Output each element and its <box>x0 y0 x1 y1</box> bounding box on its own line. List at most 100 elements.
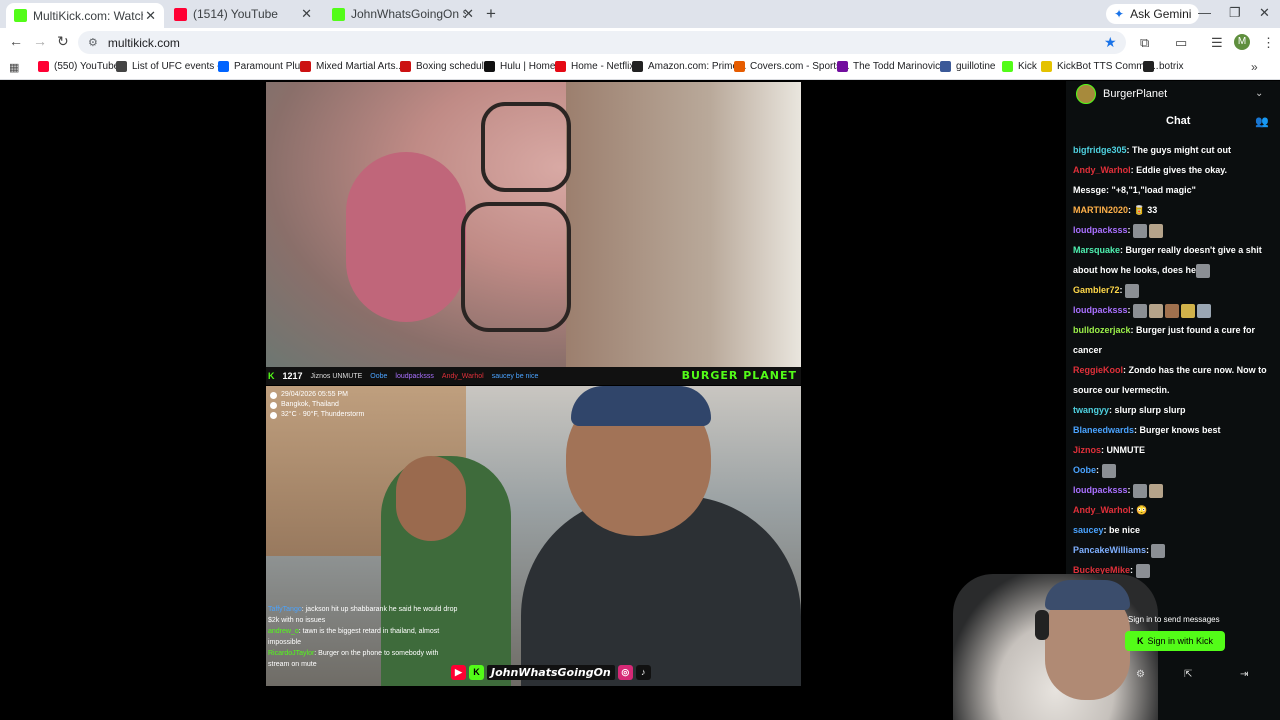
close-tab-icon[interactable]: ✕ <box>301 6 312 22</box>
chat-username[interactable]: Blaneedwards <box>1073 425 1134 435</box>
stream-video-top[interactable] <box>266 82 801 367</box>
tab-johnwhatsgoingon[interactable]: JohnWhatsGoingOn Stream - W ✕ <box>324 3 482 25</box>
bookmark-item[interactable]: KickBot TTS Comma... <box>1041 61 1159 72</box>
tab-title: JohnWhatsGoingOn Stream - W <box>351 7 466 21</box>
bookmark-item[interactable]: Paramount Plus <box>218 61 305 72</box>
stream-ticker: K 1217 Jiznos UNMUTE Oobe loudpacksss An… <box>266 367 801 385</box>
chat-username[interactable]: loudpacksss <box>1073 305 1128 315</box>
tab-search-icon[interactable]: ☰ <box>1211 35 1223 51</box>
chat-username[interactable]: PancakeWilliams <box>1073 545 1146 555</box>
chat-emote-icon <box>1151 543 1166 558</box>
chat-username[interactable]: Oobe <box>1073 465 1096 475</box>
bookmark-item[interactable]: Boxing schedule <box>400 61 489 72</box>
signin-prompt: Sign in to send messages <box>1128 615 1220 624</box>
collapse-icon[interactable]: ⇥ <box>1240 669 1248 680</box>
bookmark-item[interactable]: Covers.com - Sports... <box>734 61 849 72</box>
chat-message: Andy_Warhol: Eddie gives the okay. <box>1073 160 1273 180</box>
chat-text: slurp slurp slurp <box>1114 405 1186 415</box>
popout-icon[interactable]: ⇱ <box>1184 669 1192 680</box>
chat-username[interactable]: bigfridge305 <box>1073 145 1127 155</box>
chat-message-list[interactable]: bigfridge305: The guys might cut out Andy… <box>1073 140 1273 600</box>
chat-username[interactable]: MARTIN2020 <box>1073 205 1128 215</box>
reload-icon[interactable]: ↻ <box>57 33 69 50</box>
bookmark-item[interactable]: List of UFC events -... <box>116 61 229 72</box>
tab-multikick[interactable]: MultiKick.com: Watch Multiple ✕ <box>6 3 164 28</box>
chat-username[interactable]: saucey <box>1073 525 1104 535</box>
bookmark-label: Home - Netflix <box>571 61 635 72</box>
tab-youtube[interactable]: (1514) YouTube ✕ <box>166 3 320 25</box>
chat-username[interactable]: Marsquake <box>1073 245 1120 255</box>
close-tab-icon[interactable]: ✕ <box>463 6 474 22</box>
more-bookmarks-icon[interactable]: » <box>1251 60 1258 74</box>
chat-message: loudpacksss: <box>1073 480 1273 500</box>
channel-selector[interactable]: BurgerPlanet <box>1076 84 1167 104</box>
clock-icon <box>270 391 277 399</box>
chat-username[interactable]: Andy_Warhol <box>1073 165 1131 175</box>
users-icon[interactable]: 👥 <box>1255 115 1269 128</box>
chat-message: bulldozerjack: Burger just found a cure … <box>1073 320 1273 360</box>
tab-title: (1514) YouTube <box>193 7 278 21</box>
webcam-overlay <box>1045 580 1130 610</box>
stream-info-overlay: 29/04/2026 05:55 PM Bangkok, Thailand 32… <box>270 390 364 420</box>
chat-emote-icon <box>1133 483 1148 498</box>
menu-icon[interactable]: ⋮ <box>1262 35 1275 51</box>
maximize-button[interactable]: ❐ <box>1229 5 1241 21</box>
ask-gemini-button[interactable]: ✦ Ask Gemini <box>1106 4 1200 24</box>
chat-separator: : <box>1096 465 1102 475</box>
chat-username[interactable]: Jiznos <box>1073 445 1101 455</box>
chat-message: Messge: "+8,"1,"load magic" <box>1073 180 1273 200</box>
extensions-icon[interactable]: ⧉ <box>1140 35 1149 51</box>
site-info-icon[interactable]: ⚙ <box>88 36 98 49</box>
chat-username[interactable]: Gambler72 <box>1073 285 1120 295</box>
bookmark-label: Paramount Plus <box>234 61 306 72</box>
chat-text: 😳 <box>1136 505 1148 515</box>
overlay-chat-line: andrew_o: tawn is the biggest retard in … <box>268 626 458 648</box>
tiktok-icon: ♪ <box>635 665 651 680</box>
bookmark-item[interactable]: (550) YouTube <box>38 61 119 72</box>
cast-icon[interactable]: ▭ <box>1175 35 1187 51</box>
forward-icon[interactable]: → <box>33 33 47 49</box>
chat-emote-icon <box>1197 303 1212 318</box>
tab-strip: MultiKick.com: Watch Multiple ✕ (1514) Y… <box>0 0 1280 28</box>
apps-grid-icon[interactable]: ▦ <box>9 61 19 74</box>
bookmark-favicon-icon <box>837 61 848 72</box>
close-tab-icon[interactable]: ✕ <box>145 8 156 24</box>
chat-username[interactable]: ReggieKool <box>1073 365 1123 375</box>
video-frame <box>481 102 571 192</box>
info-weather: 32°C · 90°F, Thunderstorm <box>281 411 365 418</box>
chevron-down-icon[interactable]: ⌄ <box>1255 88 1263 99</box>
address-bar[interactable]: ⚙ multikick.com <box>78 31 1126 54</box>
bookmark-label: Mixed Martial Arts... <box>316 61 404 72</box>
chat-username[interactable]: twangyy <box>1073 405 1109 415</box>
minimize-button[interactable]: — <box>1198 5 1211 20</box>
new-tab-button[interactable]: + <box>486 4 496 24</box>
chat-username[interactable]: loudpacksss <box>1073 485 1128 495</box>
bookmark-item[interactable]: Kick <box>1002 61 1037 72</box>
chat-message: PancakeWilliams: <box>1073 540 1273 560</box>
close-window-button[interactable]: ✕ <box>1259 5 1270 21</box>
chat-text: Eddie gives the okay. <box>1136 165 1228 175</box>
chat-username[interactable]: bulldozerjack <box>1073 325 1131 335</box>
kick-icon: K <box>469 665 484 680</box>
bookmark-item[interactable]: botrix <box>1143 61 1183 72</box>
chat-emote-icon <box>1196 263 1211 278</box>
signin-with-kick-button[interactable]: K Sign in with Kick <box>1125 631 1225 651</box>
bookmark-item[interactable]: Home - Netflix <box>555 61 634 72</box>
bookmark-item[interactable]: The Todd Marinovic... <box>837 61 948 72</box>
chat-message: MARTIN2020: 🥫 33 <box>1073 200 1273 220</box>
profile-avatar[interactable]: M <box>1234 34 1250 50</box>
bookmark-item[interactable]: Mixed Martial Arts... <box>300 61 404 72</box>
bookmark-favicon-icon <box>38 61 49 72</box>
gemini-icon: ✦ <box>1114 7 1125 21</box>
chat-username[interactable]: Andy_Warhol <box>1073 505 1131 515</box>
bookmark-star-icon[interactable]: ★ <box>1104 34 1117 51</box>
bookmark-item[interactable]: Amazon.com: Prime... <box>632 61 746 72</box>
chat-username[interactable]: loudpacksss <box>1073 225 1128 235</box>
overlay-chat-user: RicardoJTaylor <box>268 650 315 657</box>
settings-icon[interactable]: ⚙ <box>1136 669 1145 680</box>
bookmark-item[interactable]: guillotine <box>940 61 995 72</box>
back-icon[interactable]: ← <box>9 33 23 49</box>
chat-message: Oobe: <box>1073 460 1273 480</box>
bookmark-item[interactable]: Hulu | Home <box>484 61 555 72</box>
stream-chat-overlay: TaffyTango: jackson hit up shabbarank he… <box>268 604 458 670</box>
